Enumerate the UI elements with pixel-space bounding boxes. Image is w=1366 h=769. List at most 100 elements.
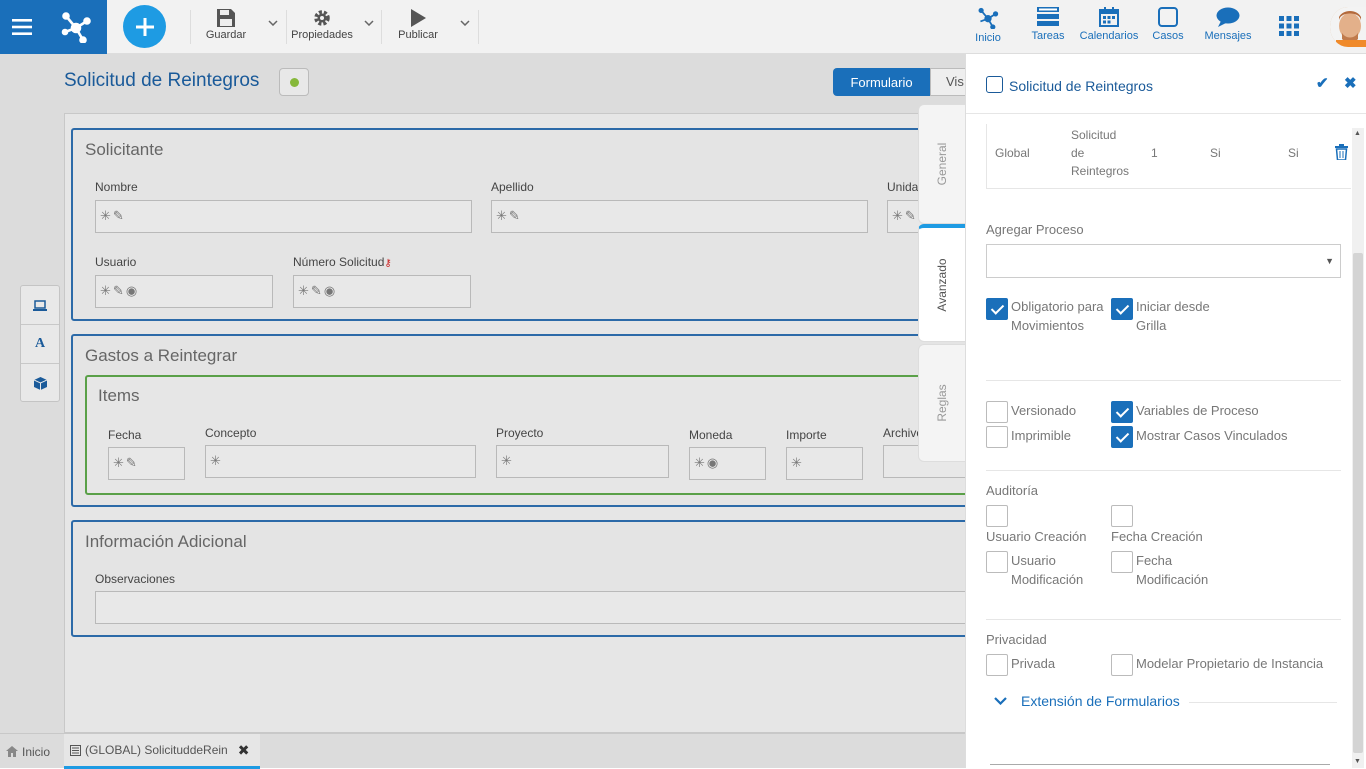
usuario-creacion-label: Usuario Creación [986, 529, 1087, 544]
obligatorio-checkbox[interactable] [986, 298, 1008, 320]
tab-label: Inicio [22, 744, 51, 759]
laptop-tool[interactable] [21, 286, 59, 325]
pencil-icon: ✎ [125, 455, 137, 470]
tab-vista[interactable]: Vis [930, 68, 970, 96]
moneda-field[interactable]: ✳ ◉ [689, 447, 766, 480]
side-tabs: General Avanzado Reglas [918, 104, 965, 462]
proyecto-field[interactable]: ✳ [496, 445, 669, 478]
versionado-checkbox[interactable] [986, 401, 1008, 423]
fecha-modificacion-checkbox[interactable] [1111, 551, 1133, 573]
save-dropdown[interactable] [268, 20, 278, 26]
scrollbar-thumb[interactable] [1353, 253, 1363, 753]
tab-formulario[interactable]: Formulario [833, 68, 930, 96]
tab-general[interactable]: General [918, 104, 965, 224]
properties-button[interactable]: Propiedades [290, 6, 354, 41]
usuario-modificacion-label-2: Modificación [1011, 572, 1084, 587]
fecha-modificacion-label-1: Fecha [1136, 553, 1173, 568]
tasks-icon [1037, 7, 1059, 26]
required-icon: ✳ [501, 453, 512, 468]
save-button[interactable]: Guardar [200, 6, 252, 41]
imprimible-checkbox[interactable] [986, 426, 1008, 448]
importe-field[interactable]: ✳ [786, 447, 863, 480]
save-label: Guardar [205, 29, 247, 41]
status-indicator[interactable] [279, 68, 309, 96]
tab-avanzado[interactable]: Avanzado [918, 224, 965, 342]
observaciones-field[interactable] [95, 591, 975, 624]
process-name-1: Solicitud [1071, 128, 1117, 142]
laptop-icon [33, 299, 47, 311]
privada-label: Privada [1011, 656, 1056, 671]
confirm-button[interactable]: ✔ [1316, 74, 1329, 92]
nombre-field[interactable]: ✳ ✎ [95, 200, 472, 233]
nav-casos[interactable]: Casos [1150, 4, 1186, 42]
numero-solicitud-field[interactable]: ✳ ✎ ◉ [293, 275, 471, 308]
element-toolbox: A [20, 285, 60, 402]
text-tool[interactable]: A [21, 325, 59, 364]
privada-checkbox[interactable] [986, 654, 1008, 676]
required-icon: ✳ [100, 283, 111, 298]
fecha-field[interactable]: ✳ ✎ [108, 447, 185, 480]
menu-button[interactable] [0, 0, 44, 54]
panel-scrollbar[interactable]: ▲ ▼ [1352, 128, 1364, 768]
extension-formularios-toggle[interactable]: Extensión de Formularios [994, 692, 1339, 712]
component-tool[interactable] [21, 364, 59, 403]
agregar-proceso-select[interactable]: ▼ [986, 244, 1341, 278]
nav-tareas[interactable]: Tareas [1028, 4, 1068, 42]
process-row[interactable]: Global Solicitud de Reintegros 1 Si Si [986, 124, 1351, 189]
cube-icon [33, 377, 47, 390]
apps-grid-button[interactable] [1279, 16, 1299, 36]
bottom-tab-document[interactable]: (GLOBAL) SolicituddeRein ✖ [64, 734, 260, 769]
add-button[interactable] [123, 5, 166, 48]
fecha-creacion-label: Fecha Creación [1111, 529, 1203, 544]
chevron-down-icon [460, 20, 470, 26]
properties-dropdown[interactable] [364, 20, 374, 26]
nav-mensajes-label: Mensajes [1204, 30, 1252, 42]
usuario-field[interactable]: ✳ ✎ ◉ [95, 275, 273, 308]
scroll-down-icon[interactable]: ▼ [1354, 758, 1361, 765]
nav-calendarios-label: Calendarios [1079, 30, 1139, 42]
section-informacion[interactable]: Información Adicional Observaciones [71, 520, 975, 637]
fecha-creacion-checkbox[interactable] [1111, 505, 1133, 527]
section-title: Información Adicional [85, 532, 247, 551]
apellido-field[interactable]: ✳ ✎ [491, 200, 868, 233]
toolbar-divider [478, 10, 479, 44]
variables-checkbox[interactable] [1111, 401, 1133, 423]
tab-label: Reglas [935, 384, 949, 422]
app-logo[interactable] [44, 0, 107, 54]
close-panel-button[interactable]: ✖ [1344, 74, 1357, 92]
items-grid[interactable]: Items Fecha ✳ ✎ Concepto ✳ Proyecto ✳ Mon… [85, 375, 975, 495]
nav-calendarios[interactable]: Calendarios [1078, 4, 1140, 42]
iniciar-checkbox[interactable] [1111, 298, 1133, 320]
mostrar-casos-checkbox[interactable] [1111, 426, 1133, 448]
usuario-creacion-checkbox[interactable] [986, 505, 1008, 527]
publish-button[interactable]: Publicar [394, 6, 442, 41]
close-icon[interactable]: ✖ [238, 742, 250, 759]
process-version: 1 [1151, 146, 1158, 160]
pencil-icon: ✎ [508, 208, 520, 223]
column-label: Fecha [108, 428, 142, 442]
nav-inicio[interactable]: Inicio [968, 4, 1008, 44]
concepto-field[interactable]: ✳ [205, 445, 476, 478]
modelar-propietario-checkbox[interactable] [1111, 654, 1133, 676]
panel-header: Solicitud de Reintegros ✔ ✖ [966, 54, 1366, 114]
tab-label: Avanzado [935, 257, 949, 312]
tab-reglas[interactable]: Reglas [918, 344, 965, 462]
publish-label: Publicar [398, 29, 438, 41]
iniciar-label-2: Grilla [1136, 318, 1167, 333]
calendar-icon [1099, 7, 1119, 27]
usuario-modificacion-checkbox[interactable] [986, 551, 1008, 573]
section-gastos[interactable]: Gastos a Reintegrar Items Fecha ✳ ✎ Conce… [71, 334, 975, 507]
hamburger-icon [12, 19, 32, 35]
chevron-down-icon [994, 697, 1007, 705]
section-solicitante[interactable]: Solicitante Nombre ✳ ✎ Apellido ✳ ✎ Unida … [71, 128, 971, 321]
scroll-up-icon[interactable]: ▲ [1354, 130, 1361, 137]
user-avatar[interactable] [1330, 7, 1366, 47]
publish-dropdown[interactable] [460, 20, 470, 26]
required-icon: ✳ [694, 455, 705, 470]
properties-panel: Solicitud de Reintegros ✔ ✖ Global Solic… [965, 54, 1366, 768]
process-name-2: de [1071, 146, 1085, 160]
nav-mensajes[interactable]: Mensajes [1202, 4, 1254, 42]
bottom-tab-inicio[interactable]: Inicio [0, 734, 60, 769]
process-col5: Si [1288, 146, 1299, 160]
delete-button[interactable] [1335, 144, 1348, 160]
